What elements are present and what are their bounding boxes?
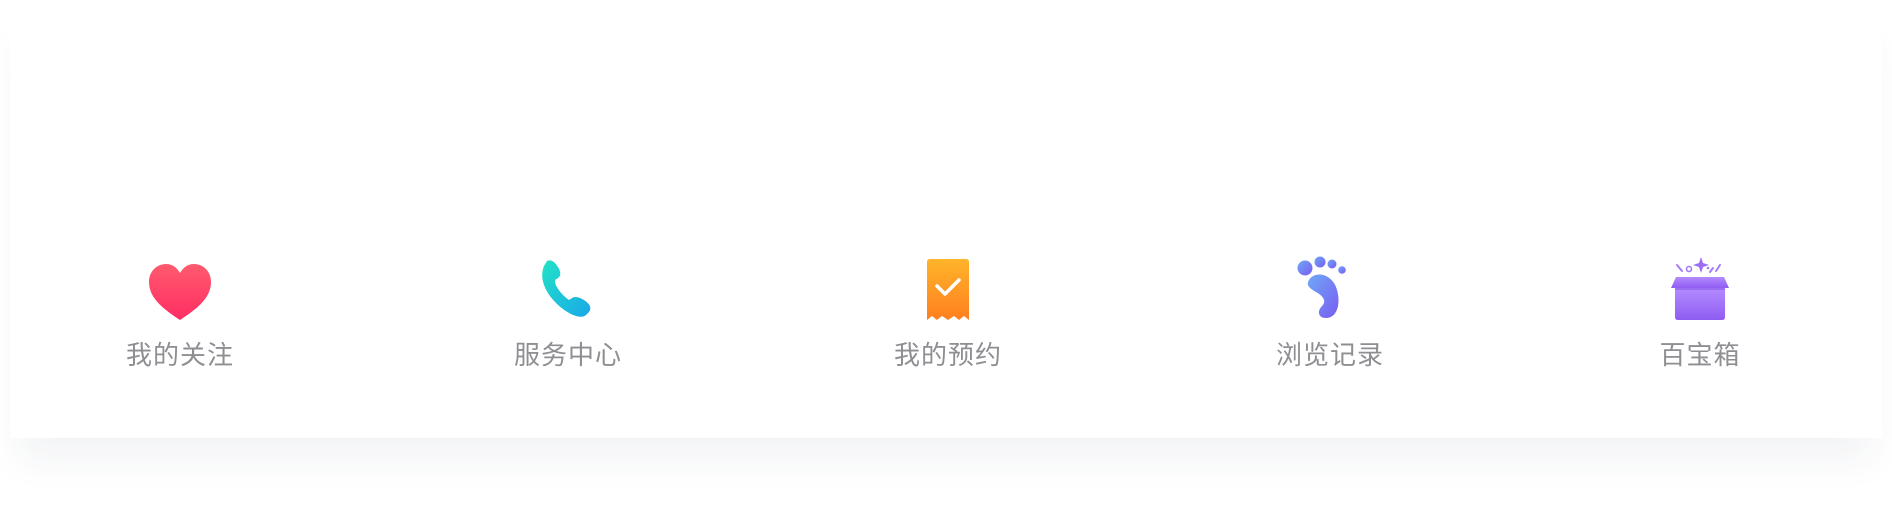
nav-label-my-bookings: 我的预约 <box>893 341 1002 371</box>
nav-label-treasure-box: 百宝箱 <box>1659 341 1741 371</box>
nav-item-my-bookings[interactable]: 我的预约 <box>848 256 1048 380</box>
nav-item-service-center[interactable]: 服务中心 <box>468 256 668 380</box>
phone-icon <box>533 256 603 326</box>
nav-label-service-center: 服务中心 <box>513 341 622 371</box>
footprint-icon <box>1295 256 1365 326</box>
nav-item-browse-history[interactable]: 浏览记录 <box>1230 256 1430 380</box>
shortcut-nav: 我的关注 服务中心 我的预约 浏览记录 百宝箱 <box>0 256 1892 380</box>
gift-box-icon <box>1665 256 1735 326</box>
nav-item-favorites[interactable]: 我的关注 <box>80 256 280 380</box>
receipt-check-icon <box>913 256 983 326</box>
nav-label-favorites: 我的关注 <box>125 341 234 371</box>
nav-item-treasure-box[interactable]: 百宝箱 <box>1600 256 1800 380</box>
nav-label-browse-history: 浏览记录 <box>1275 341 1384 371</box>
heart-icon <box>145 256 215 326</box>
